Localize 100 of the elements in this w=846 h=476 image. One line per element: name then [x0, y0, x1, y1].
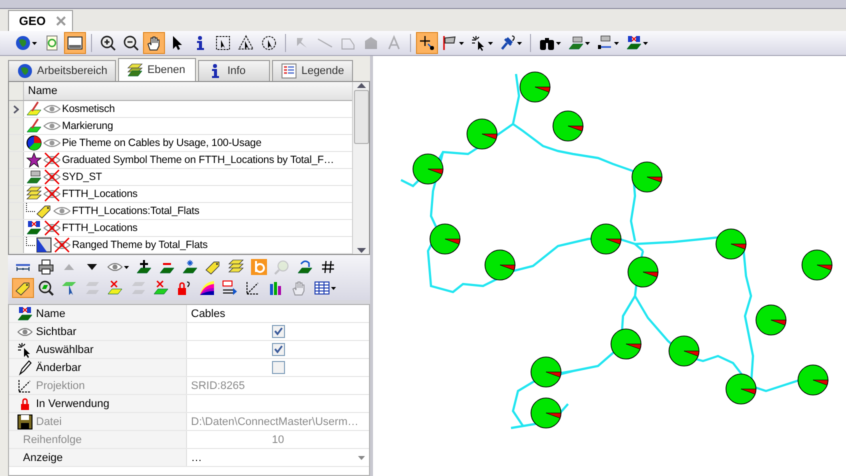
tag-icon [205, 259, 221, 275]
property-label: Name [36, 308, 66, 320]
layer-pair-icon [84, 280, 100, 296]
dashed-rect-cursor-icon [215, 35, 231, 51]
caret-icon [331, 286, 336, 290]
panel-tab[interactable]: Legende [272, 60, 354, 81]
hand-icon [146, 35, 162, 51]
layer-name[interactable]: FTTH_Locations [62, 222, 138, 234]
checkbox[interactable] [272, 361, 284, 374]
node-layer-icon [626, 35, 642, 51]
flag-icon [442, 35, 458, 51]
tree-connector [26, 237, 35, 246]
caret-icon [614, 42, 619, 44]
layer-asterisk-icon [182, 259, 198, 275]
layer-name[interactable]: Markierung [62, 120, 114, 132]
layer-plus-icon [136, 259, 152, 275]
property-value: D:\Daten\ConnectMaster\Userm… [191, 416, 358, 428]
caret-icon [585, 42, 590, 44]
polygon-icon [363, 35, 379, 51]
close-icon[interactable] [56, 16, 66, 26]
panel-tab[interactable]: Ebenen [118, 58, 196, 81]
layer-pair-icon [130, 280, 146, 296]
layer-cross-icon [153, 280, 169, 296]
caret-icon [488, 42, 493, 44]
toolbar-button[interactable] [64, 32, 86, 54]
crossed-eye-icon[interactable] [43, 169, 61, 185]
crosshair-icon [419, 35, 435, 51]
scroll-up-icon[interactable] [356, 82, 366, 88]
star-icon [26, 152, 42, 168]
zoom-out-icon [123, 35, 139, 51]
toolbar-button[interactable] [12, 278, 34, 298]
toolbar-button[interactable] [143, 32, 165, 54]
layer-name[interactable]: Ranged Theme by Total_Flats [72, 239, 208, 251]
property-label: Reihenfolge [23, 434, 82, 446]
stacked-layers-icon [26, 186, 42, 202]
node-layer-icon [26, 220, 42, 236]
caret-icon [643, 42, 648, 44]
property-label: Projektion [36, 380, 85, 392]
layer-name[interactable]: Graduated Symbol Theme on FTTH_Locations by Total_F… [62, 154, 334, 166]
caret-icon [459, 42, 464, 44]
property-label: Auswählbar [36, 344, 94, 356]
pie-marker [466, 118, 498, 150]
property-value: Cables [191, 308, 226, 320]
caret-icon [124, 266, 129, 268]
layer-name[interactable]: FTTH_Locations [62, 188, 138, 200]
crossed-eye-icon[interactable] [43, 186, 61, 202]
layer-name[interactable]: SYD_ST [62, 171, 102, 183]
lock-question-icon [176, 280, 192, 296]
document-tab[interactable]: GEO [8, 10, 73, 31]
property-value: 10 [272, 434, 284, 446]
layer-name[interactable]: Kosmetisch [62, 103, 115, 115]
toolbar-button[interactable] [416, 32, 438, 54]
globe-icon [17, 63, 33, 79]
sparkle-cursor-icon [471, 35, 487, 51]
pie-marker [412, 154, 444, 184]
page-arrows-icon [44, 35, 60, 51]
crossed-eye-icon[interactable] [43, 220, 61, 236]
caret-icon [32, 42, 37, 44]
pie-marker [756, 304, 786, 336]
pie-marker [668, 336, 700, 366]
serif-letter-icon [386, 35, 402, 51]
pie-marker [520, 72, 550, 102]
pie-marker [484, 250, 516, 280]
pie-marker [530, 398, 562, 428]
property-label: Anzeige [23, 452, 63, 464]
row-header[interactable] [9, 101, 24, 117]
checkbox[interactable] [272, 325, 284, 338]
pie-marker [798, 364, 828, 396]
panel-tab[interactable]: Info [198, 60, 270, 81]
table-icon [314, 280, 330, 296]
pie-marker [628, 256, 658, 288]
hand-icon [291, 280, 307, 296]
export-arrow-icon [222, 280, 238, 296]
dashed-circle-cursor-icon [261, 35, 277, 51]
property-label: In Verwendung [36, 398, 110, 410]
sparkle-cursor-icon [17, 342, 33, 358]
checkbox[interactable] [272, 343, 284, 356]
pencil-layer-icon [26, 101, 42, 117]
pie-marker [802, 250, 832, 280]
property-value: SRID:8265 [191, 380, 245, 392]
dashed-arrows-icon [17, 378, 33, 394]
globe-icon [15, 35, 31, 51]
crossed-eye-icon[interactable] [43, 152, 61, 168]
caret-icon [517, 42, 522, 44]
property-label: Sichtbar [36, 326, 76, 338]
stacked-layers-icon [228, 259, 244, 275]
crossed-eye-icon[interactable] [53, 237, 71, 253]
pie-chart-icon [26, 135, 42, 151]
scrollbar-thumb[interactable] [354, 90, 368, 144]
pie-marker [716, 228, 746, 260]
pie-marker [590, 224, 622, 254]
bar-chart-icon [268, 280, 284, 296]
dropdown[interactable]: … [187, 449, 369, 466]
pie-marker [726, 374, 756, 404]
panel-tab[interactable]: Arbeitsbereich [8, 60, 116, 81]
layer-name[interactable]: FTTH_Locations:Total_Flats [72, 205, 200, 217]
dashed-triangle-cursor-icon [238, 35, 254, 51]
layer-name[interactable]: Pie Theme on Cables by Usage, 100-Usage [62, 137, 262, 149]
pie-marker [430, 224, 460, 254]
corner-cell [9, 82, 24, 100]
